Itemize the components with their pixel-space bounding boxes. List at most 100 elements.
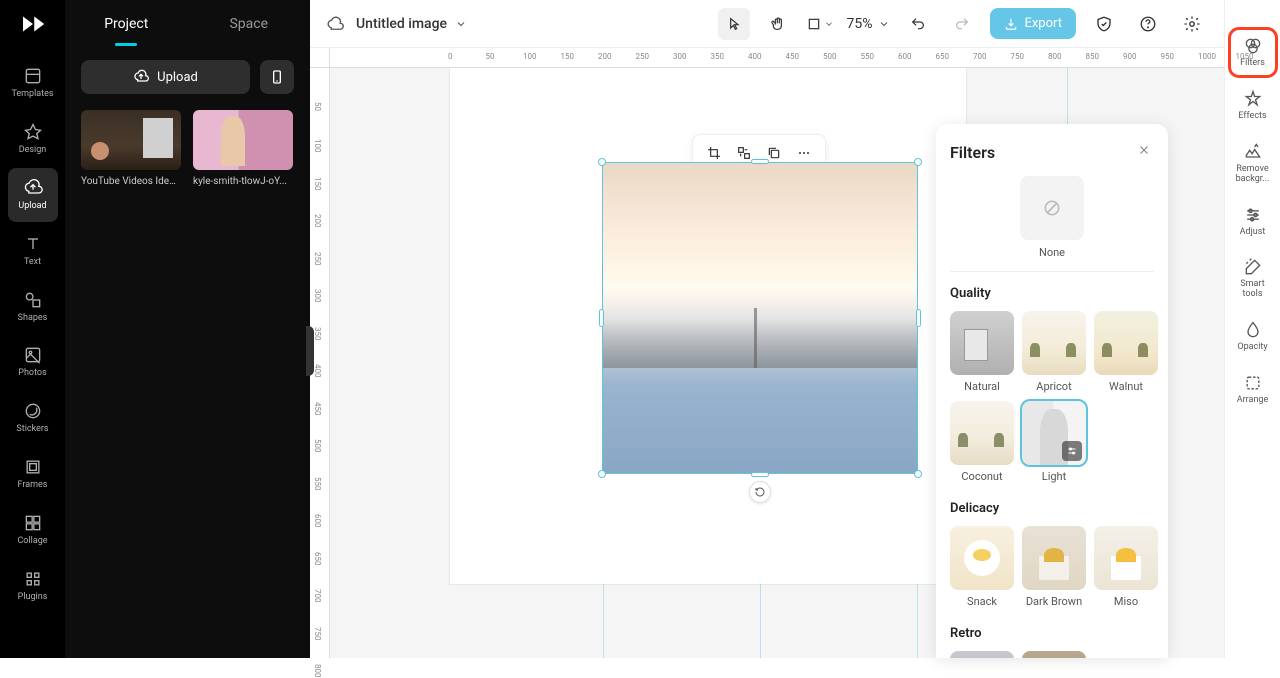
rail-effects[interactable]: Effects bbox=[1229, 81, 1277, 130]
nav-shapes[interactable]: Shapes bbox=[8, 280, 58, 334]
shield-button[interactable] bbox=[1088, 8, 1120, 40]
media-item[interactable]: kyle-smith-tlowJ-oY... bbox=[193, 110, 293, 187]
hand-tool[interactable] bbox=[762, 8, 794, 40]
nav-photos[interactable]: Photos bbox=[8, 335, 58, 389]
nav-rail: Templates Design Upload Text Shapes Phot… bbox=[0, 0, 65, 658]
filter-label: Coconut bbox=[961, 470, 1002, 483]
media-label: YouTube Videos Idea... bbox=[81, 176, 181, 187]
rail-label: Remove backgr... bbox=[1231, 165, 1275, 185]
zoom-display[interactable]: 75% bbox=[846, 16, 890, 32]
filter-label: Apricot bbox=[1036, 380, 1071, 393]
export-button-label: Export bbox=[1024, 16, 1062, 31]
filter-label: Natural bbox=[964, 380, 1000, 393]
media-item[interactable]: YouTube Videos Idea... bbox=[81, 110, 181, 187]
tab-space[interactable]: Space bbox=[188, 2, 311, 46]
media-thumbnail bbox=[81, 110, 181, 170]
filter-none-thumb bbox=[1020, 176, 1084, 240]
section-delicacy-title: Delicacy bbox=[950, 501, 1154, 516]
rail-smart-tools[interactable]: Smart tools bbox=[1229, 249, 1277, 308]
nav-upload[interactable]: Upload bbox=[8, 168, 58, 222]
filter-miso[interactable]: Miso bbox=[1094, 526, 1158, 608]
filters-panel: Filters None Quality Natural Apricot Wal… bbox=[936, 124, 1168, 658]
cursor-tool[interactable] bbox=[718, 8, 750, 40]
nav-upload-label: Upload bbox=[18, 202, 46, 212]
resize-handle-br[interactable] bbox=[914, 470, 922, 478]
divider bbox=[950, 271, 1154, 272]
nav-plugins-label: Plugins bbox=[18, 593, 48, 603]
nav-design[interactable]: Design bbox=[8, 112, 58, 166]
filter-label: Light bbox=[1042, 470, 1066, 483]
filter-natural[interactable]: Natural bbox=[950, 311, 1014, 393]
section-quality-title: Quality bbox=[950, 286, 1154, 301]
rail-label: Opacity bbox=[1237, 343, 1267, 353]
filter-light[interactable]: Light bbox=[1022, 401, 1086, 483]
rail-label: Adjust bbox=[1240, 228, 1266, 238]
filter-retro-2[interactable] bbox=[1022, 651, 1086, 658]
media-label: kyle-smith-tlowJ-oY... bbox=[193, 176, 293, 187]
rail-adjust[interactable]: Adjust bbox=[1229, 197, 1277, 246]
panel-tabs: Project Space bbox=[65, 0, 310, 48]
adjust-icon bbox=[1062, 441, 1082, 461]
filter-none-label: None bbox=[1039, 246, 1065, 259]
mobile-upload-button[interactable] bbox=[260, 60, 294, 94]
panel-collapse-handle[interactable] bbox=[306, 326, 314, 376]
resize-handle-tl[interactable] bbox=[598, 158, 606, 166]
selected-image bbox=[603, 163, 917, 473]
filter-snack[interactable]: Snack bbox=[950, 526, 1014, 608]
filter-walnut[interactable]: Walnut bbox=[1094, 311, 1158, 393]
close-filters-button[interactable] bbox=[1134, 142, 1154, 162]
upload-button-label: Upload bbox=[157, 70, 198, 85]
canvas-wrap: 0501001502002503003504004505005506006507… bbox=[310, 48, 1224, 658]
filter-dark-brown[interactable]: Dark Brown bbox=[1022, 526, 1086, 608]
document-title-area[interactable]: Untitled image bbox=[356, 16, 467, 32]
media-thumbnail bbox=[193, 110, 293, 170]
chevron-down-icon bbox=[455, 18, 467, 30]
left-panel: Project Space Upload YouTube Videos Idea… bbox=[65, 0, 310, 658]
nav-plugins[interactable]: Plugins bbox=[8, 559, 58, 613]
section-retro-title: Retro bbox=[950, 626, 1154, 641]
zoom-value: 75% bbox=[846, 16, 872, 32]
top-toolbar: Untitled image 75% Export bbox=[310, 0, 1224, 48]
filter-none[interactable]: None bbox=[950, 176, 1154, 259]
document-title: Untitled image bbox=[356, 16, 447, 32]
ruler-horizontal: 0501001502002503003504004505005506006507… bbox=[330, 48, 1224, 68]
cloud-icon bbox=[326, 15, 344, 33]
nav-shapes-label: Shapes bbox=[18, 314, 48, 324]
redo-button[interactable] bbox=[946, 8, 978, 40]
rail-remove-bg[interactable]: Remove backgr... bbox=[1229, 134, 1277, 193]
rotate-handle[interactable] bbox=[749, 481, 771, 503]
resize-edge-bottom[interactable] bbox=[751, 472, 769, 477]
resize-edge-top[interactable] bbox=[751, 159, 769, 164]
rail-opacity[interactable]: Opacity bbox=[1229, 312, 1277, 361]
nav-templates[interactable]: Templates bbox=[8, 56, 58, 110]
nav-templates-label: Templates bbox=[11, 90, 53, 100]
nav-text-label: Text bbox=[24, 258, 41, 268]
right-rail: Filters Effects Remove backgr... Adjust … bbox=[1224, 0, 1280, 658]
tab-project[interactable]: Project bbox=[65, 2, 188, 46]
nav-stickers[interactable]: Stickers bbox=[8, 391, 58, 445]
main-area: Untitled image 75% Export 05010015020025… bbox=[310, 0, 1224, 658]
rail-label: Arrange bbox=[1237, 396, 1269, 406]
filter-coconut[interactable]: Coconut bbox=[950, 401, 1014, 483]
resize-handle-tr[interactable] bbox=[914, 158, 922, 166]
selection-box[interactable] bbox=[602, 162, 918, 474]
settings-button[interactable] bbox=[1176, 8, 1208, 40]
undo-button[interactable] bbox=[902, 8, 934, 40]
filter-retro-1[interactable] bbox=[950, 651, 1014, 658]
artboard-tool[interactable] bbox=[806, 8, 834, 40]
nav-design-label: Design bbox=[19, 146, 47, 156]
nav-collage[interactable]: Collage bbox=[8, 503, 58, 557]
resize-edge-right[interactable] bbox=[916, 309, 921, 327]
nav-text[interactable]: Text bbox=[8, 224, 58, 278]
export-button[interactable]: Export bbox=[990, 8, 1076, 39]
rail-arrange[interactable]: Arrange bbox=[1229, 365, 1277, 414]
help-button[interactable] bbox=[1132, 8, 1164, 40]
resize-edge-left[interactable] bbox=[599, 309, 604, 327]
chevron-down-icon bbox=[878, 18, 890, 30]
resize-handle-bl[interactable] bbox=[598, 470, 606, 478]
ruler-corner bbox=[310, 48, 330, 68]
upload-button[interactable]: Upload bbox=[81, 60, 250, 94]
nav-frames[interactable]: Frames bbox=[8, 447, 58, 501]
filter-apricot[interactable]: Apricot bbox=[1022, 311, 1086, 393]
app-logo[interactable] bbox=[18, 12, 48, 36]
